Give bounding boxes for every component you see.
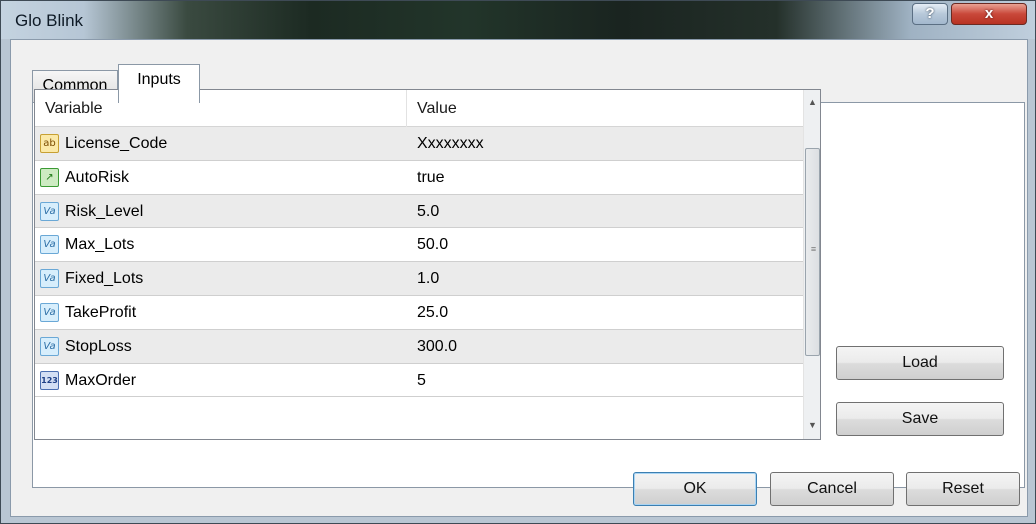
variable-name: StopLoss (65, 337, 132, 355)
load-button[interactable]: Load (836, 346, 1004, 380)
cancel-button[interactable]: Cancel (770, 472, 894, 506)
title-bar[interactable]: Glo Blink ? x (1, 1, 1035, 39)
table-row[interactable]: 123 MaxOrder 5 (35, 364, 803, 398)
variable-value[interactable]: Xxxxxxxx (417, 127, 484, 160)
vertical-scrollbar[interactable]: ▲ ≡ ▼ (803, 90, 820, 439)
scroll-down-icon[interactable]: ▼ (804, 417, 820, 434)
table-row[interactable]: Va Risk_Level 5.0 (35, 194, 803, 229)
table-row[interactable]: Va Max_Lots 50.0 (35, 228, 803, 263)
variable-value[interactable]: 1.0 (417, 262, 439, 295)
double-icon: Va (40, 302, 59, 322)
variable-name: License_Code (65, 135, 168, 152)
table-row[interactable]: Va StopLoss 300.0 (35, 329, 803, 364)
double-icon: Va (40, 201, 59, 221)
table-row[interactable]: Va TakeProfit 25.0 (35, 296, 803, 330)
variable-name: AutoRisk (65, 168, 130, 186)
column-header-value[interactable]: Value (407, 90, 803, 127)
table-row[interactable]: Va Fixed_Lots 1.0 (35, 262, 803, 296)
variable-name: Risk_Level (65, 202, 144, 220)
variable-value[interactable]: true (417, 161, 445, 194)
help-button[interactable]: ? (912, 3, 948, 25)
inputs-grid: Variable Value ab License_Code Xxxxxxxx … (34, 89, 821, 440)
double-icon: Va (40, 336, 59, 356)
variable-name: Fixed_Lots (65, 270, 144, 288)
variable-value[interactable]: 5.0 (417, 195, 439, 228)
dialog-client-area: Common Inputs Variable Value ab License_… (10, 39, 1028, 517)
table-row[interactable]: ab License_Code Xxxxxxxx (35, 127, 803, 161)
variable-value[interactable]: 300.0 (417, 330, 457, 363)
scrollbar-thumb[interactable]: ≡ (805, 148, 820, 356)
table-row[interactable]: ↗ AutoRisk true (35, 161, 803, 195)
grip-icon: ≡ (810, 244, 817, 254)
variable-value[interactable]: 5 (417, 364, 426, 397)
variable-value[interactable]: 50.0 (417, 228, 448, 261)
variable-name: MaxOrder (65, 371, 137, 389)
variable-name: Max_Lots (65, 236, 135, 254)
dialog-window: Glo Blink ? x Common Inputs Variable Val… (0, 0, 1036, 524)
double-icon: Va (40, 235, 59, 255)
integer-icon: 123 (40, 370, 59, 390)
save-button[interactable]: Save (836, 402, 1004, 436)
string-icon: ab (40, 134, 59, 153)
scroll-up-icon[interactable]: ▲ (804, 94, 820, 111)
grid-rows: ab License_Code Xxxxxxxx ↗ AutoRisk true… (35, 127, 803, 398)
bool-icon: ↗ (40, 167, 59, 187)
double-icon: Va (40, 269, 59, 289)
reset-button[interactable]: Reset (906, 472, 1020, 506)
variable-name: TakeProfit (65, 303, 137, 321)
window-title: Glo Blink (15, 11, 84, 30)
variable-value[interactable]: 25.0 (417, 296, 448, 329)
close-button[interactable]: x (951, 3, 1027, 25)
column-header-variable[interactable]: Variable (35, 90, 407, 127)
ok-button[interactable]: OK (633, 472, 757, 506)
tab-inputs[interactable]: Inputs (118, 64, 200, 103)
